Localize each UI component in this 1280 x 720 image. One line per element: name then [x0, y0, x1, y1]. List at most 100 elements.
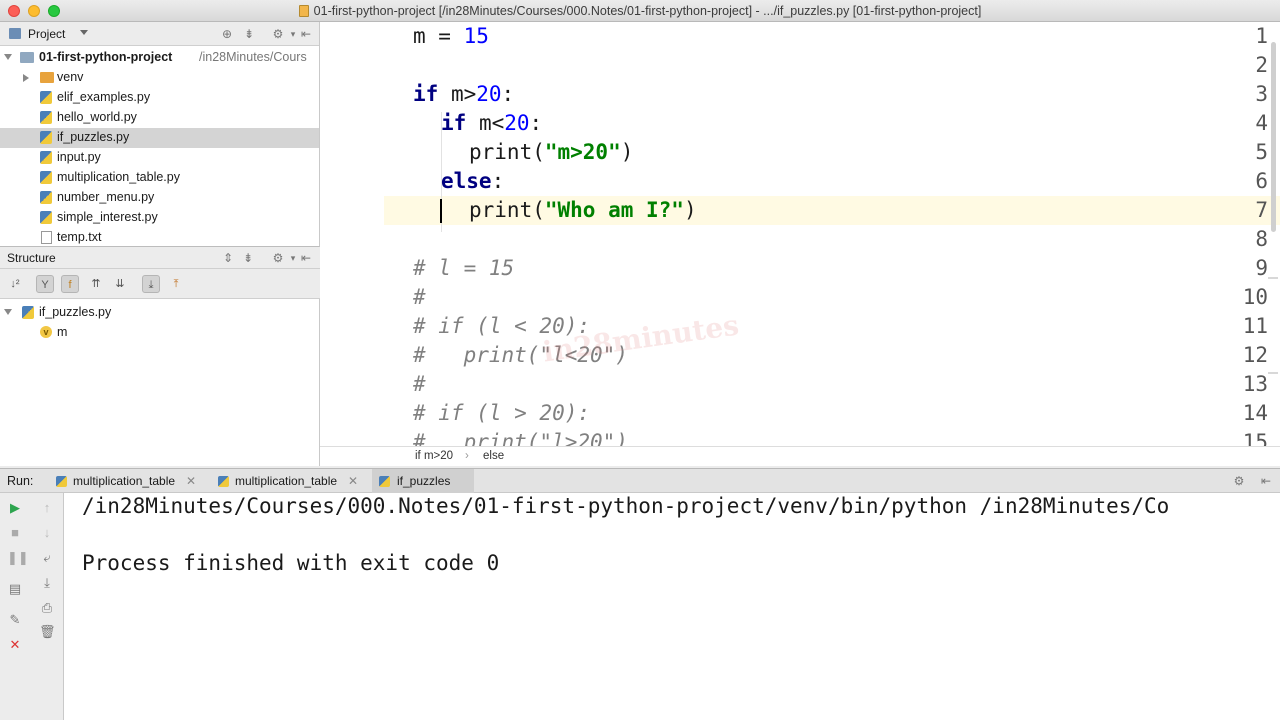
code-token: : — [529, 111, 543, 135]
close-icon[interactable]: ✕ — [7, 637, 23, 653]
code-line-5[interactable]: print("m>20") — [469, 140, 633, 164]
autoscroll-from-source-icon[interactable]: ⤒ — [167, 275, 185, 293]
run-console-output[interactable]: /in28Minutes/Courses/000.Notes/01-first-… — [64, 493, 1280, 720]
structure-file-name: if_puzzles.py — [39, 305, 112, 319]
breadcrumb-item[interactable]: else — [483, 450, 504, 462]
code-line-10[interactable]: # — [413, 285, 426, 309]
chevron-down-icon[interactable] — [4, 54, 12, 60]
code-line-1[interactable]: m = 15 — [413, 24, 489, 48]
tree-item-file[interactable]: simple_interest.py — [0, 208, 319, 228]
tree-item-file[interactable]: number_menu.py — [0, 188, 319, 208]
tree-item-label: elif_examples.py — [57, 90, 151, 104]
tree-item-file[interactable]: input.py — [0, 148, 319, 168]
code-line-9[interactable]: # l = 15 — [413, 256, 514, 280]
project-panel: Project ⊕ ⇟ ⚙ ▾ ⇤ 01-first-python-projec… — [0, 22, 320, 246]
code-token: print( — [469, 198, 545, 222]
structure-root[interactable]: if_puzzles.py — [0, 303, 320, 323]
gear-icon[interactable]: ⚙ — [271, 27, 285, 41]
window-title: 01-first-python-project [/in28Minutes/Co… — [0, 4, 1280, 18]
breadcrumb-item[interactable]: if m>20 — [415, 450, 453, 462]
code-line-14[interactable]: # if (l > 20): — [413, 401, 590, 425]
trash-icon[interactable]: 🗑 — [39, 624, 56, 640]
tree-item-venv[interactable]: venv — [0, 68, 319, 88]
run-tab-multiplication-table[interactable]: multiplication_table ✕ — [50, 469, 210, 494]
collapse-all-icon[interactable]: ⇟ — [241, 251, 255, 265]
chevron-down-icon[interactable] — [4, 309, 12, 315]
code-line-15[interactable]: # print("l>20") — [413, 430, 628, 446]
hide-panel-icon[interactable]: ⇤ — [299, 251, 313, 265]
sort-alpha-icon[interactable]: ↓² — [6, 275, 24, 293]
code-token: 15 — [463, 24, 489, 48]
stripe-mark[interactable] — [1268, 277, 1278, 279]
show-inherited-icon[interactable]: Y — [36, 275, 54, 293]
hide-panel-icon[interactable]: ⇤ — [1259, 474, 1273, 488]
chevron-down-icon[interactable]: ▾ — [286, 251, 300, 265]
project-view-selector[interactable]: Project — [28, 27, 65, 41]
structure-member-label: m — [57, 325, 68, 339]
tree-item-label: simple_interest.py — [57, 210, 158, 224]
line-number: 4 — [1255, 111, 1268, 135]
close-icon[interactable]: ✕ — [348, 469, 358, 494]
code-line-7[interactable]: print("Who am I?") — [469, 198, 697, 222]
code-token: m> — [438, 82, 477, 106]
expand-icon[interactable]: ⇈ — [87, 275, 105, 293]
run-tab-if-puzzles[interactable]: if_puzzles — [372, 469, 474, 494]
code-token: if — [441, 111, 467, 135]
scroll-to-end-icon[interactable]: ⤓ — [39, 575, 55, 591]
collapse-icon[interactable]: ⇊ — [111, 275, 129, 293]
structure-member[interactable]: v m — [0, 323, 320, 343]
soft-wrap-icon[interactable]: ⤶ — [39, 550, 55, 566]
breadcrumb: if m>20 › else — [320, 446, 1280, 466]
folder-icon — [40, 72, 54, 83]
run-tab-multiplication-table-2[interactable]: multiplication_table ✕ — [212, 469, 372, 494]
python-file-icon — [40, 211, 52, 224]
folder-icon — [298, 5, 309, 17]
code-line-3[interactable]: if m>20: — [413, 82, 514, 106]
run-panel-title: Run: — [7, 474, 34, 488]
python-run-icon — [379, 476, 390, 487]
chevron-down-icon[interactable] — [80, 30, 88, 35]
line-number-gutter — [320, 22, 384, 446]
current-line-highlight — [320, 196, 1280, 225]
tree-root-project[interactable]: 01-first-python-project /in28Minutes/Cou… — [0, 48, 319, 68]
locate-icon[interactable]: ⊕ — [220, 27, 234, 41]
autoscroll-to-source-icon[interactable]: ⤓ — [142, 275, 160, 293]
print-icon[interactable]: ⎙ — [39, 600, 55, 616]
tree-item-file[interactable]: temp.txt — [0, 228, 319, 246]
line-number: 11 — [1242, 314, 1268, 338]
tree-item-file-selected[interactable]: if_puzzles.py — [0, 128, 319, 148]
chevron-down-icon[interactable]: ▾ — [286, 27, 300, 41]
rerun-icon[interactable]: ▶ — [7, 500, 23, 516]
code-editor[interactable]: 1 2 3 4 5 6 7 8 9 10 11 12 13 14 15 m = … — [320, 22, 1280, 446]
close-icon[interactable]: ✕ — [186, 469, 196, 494]
stop-icon[interactable]: ■ — [7, 525, 23, 541]
tree-item-file[interactable]: multiplication_table.py — [0, 168, 319, 188]
code-token: else — [441, 169, 492, 193]
code-line-6[interactable]: else: — [441, 169, 504, 193]
pin-icon[interactable]: ✎ — [7, 612, 23, 628]
collapse-all-icon[interactable]: ⇟ — [242, 27, 256, 41]
line-number: 10 — [1242, 285, 1268, 309]
code-line-13[interactable]: # — [413, 372, 426, 396]
code-line-4[interactable]: if m<20: — [441, 111, 542, 135]
show-fields-icon[interactable]: f — [61, 275, 79, 293]
vertical-scrollbar[interactable] — [1271, 42, 1276, 232]
hide-panel-icon[interactable]: ⇤ — [299, 27, 313, 41]
structure-title: Structure — [7, 251, 56, 265]
line-number: 6 — [1255, 169, 1268, 193]
arrow-down-icon[interactable]: ↓ — [39, 525, 55, 541]
line-number: 13 — [1242, 372, 1268, 396]
gear-icon[interactable]: ⚙ — [271, 251, 285, 265]
expand-all-icon[interactable]: ⇕ — [221, 251, 235, 265]
code-token: print( — [469, 140, 545, 164]
pause-icon[interactable]: ❚❚ — [7, 550, 29, 566]
chevron-right-icon[interactable] — [23, 74, 29, 82]
stripe-mark[interactable] — [1268, 372, 1278, 374]
gear-icon[interactable]: ⚙ — [1232, 474, 1246, 488]
project-root-name: 01-first-python-project — [39, 50, 173, 64]
restore-layout-icon[interactable]: ▤ — [7, 581, 23, 597]
breadcrumb-separator-icon: › — [465, 450, 469, 462]
arrow-up-icon[interactable]: ↑ — [39, 500, 55, 516]
tree-item-file[interactable]: hello_world.py — [0, 108, 319, 128]
tree-item-file[interactable]: elif_examples.py — [0, 88, 319, 108]
